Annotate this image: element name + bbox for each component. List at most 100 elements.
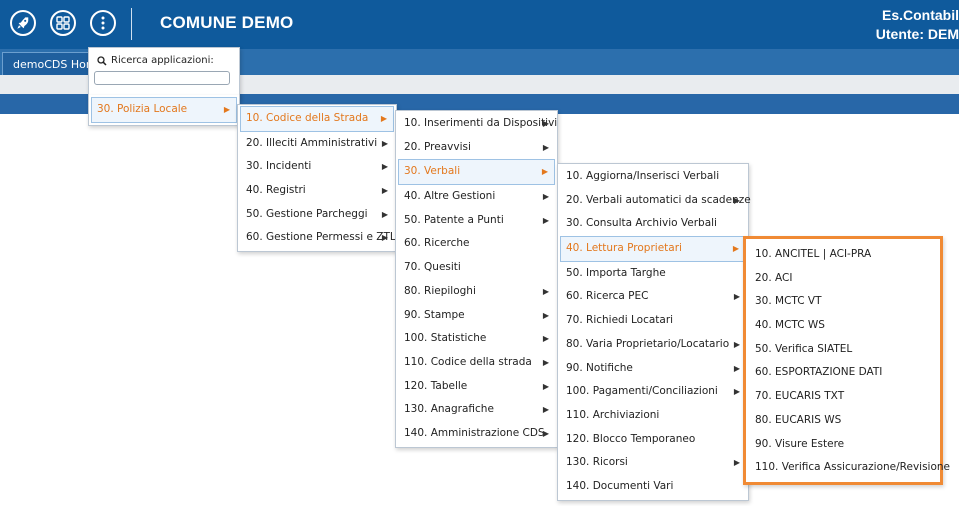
menu-item-label: 90. Stampe (404, 308, 465, 321)
menu-item-label: 120. Blocco Temporaneo (566, 432, 696, 445)
menu2-item[interactable]: 80. Riepiloghi ▶ (396, 280, 557, 304)
menu-item-label: 80. EUCARIS WS (755, 413, 842, 426)
menu-item-label: 140. Amministrazione CDS (404, 426, 545, 439)
menu4-item[interactable]: 40. MCTC WS (746, 314, 940, 338)
menu3-item[interactable]: 130. Ricorsi ▶ (558, 451, 748, 475)
menu-item-label: 130. Anagrafiche (404, 403, 494, 416)
more-vertical-icon (101, 16, 105, 30)
menu4-item[interactable]: 20. ACI (746, 267, 940, 291)
menu-item-label: 10. Inserimenti da Dispositivi (404, 117, 558, 129)
search-label-row: Ricerca applicazioni: (97, 55, 214, 66)
menu-item-label: 60. ESPORTAZIONE DATI (755, 366, 883, 379)
menu-item-label: 110. Verifica Assicurazione/Revisione (755, 461, 951, 474)
menu4-item[interactable]: 10. ANCITEL | ACI-PRA (746, 243, 940, 267)
menu4-item[interactable]: 90. Visure Estere (746, 433, 940, 457)
menu2-item[interactable]: 90. Stampe ▶ (396, 304, 557, 328)
menu3-item[interactable]: 100. Pagamenti/Conciliazioni ▶ (558, 380, 748, 404)
menu-item-label: 100. Pagamenti/Conciliazioni (566, 385, 718, 398)
menu3-item[interactable]: 140. Documenti Vari (558, 475, 748, 499)
apps-button[interactable] (50, 10, 76, 36)
caret-right-icon: ▶ (733, 458, 740, 468)
menu3-item[interactable]: 90. Notifiche ▶ (558, 357, 748, 381)
menu-item-label: 90. Visure Estere (755, 437, 845, 450)
menu1-item-parcheggi[interactable]: 50. Gestione Parcheggi ▶ (238, 203, 396, 227)
menu2-item[interactable]: 110. Codice della strada ▶ (396, 351, 557, 375)
menu-level-4: 10. ANCITEL | ACI-PRA 20. ACI 30. MCTC V… (743, 236, 950, 485)
menu-item-label: 110. Codice della strada (404, 355, 532, 368)
menu2-item[interactable]: 10. Inserimenti da Dispositivi ▶ (396, 112, 557, 136)
menu2-item-verbali[interactable]: 30. Verbali ▶ (398, 159, 555, 186)
menu2-item[interactable]: 40. Altre Gestioni ▶ (396, 185, 557, 209)
menu-item-label: 40. Lettura Proprietari (566, 242, 682, 255)
menu4-item[interactable]: 50. Verifica SIATEL (746, 338, 940, 362)
caret-right-icon: ▶ (542, 428, 549, 438)
menu-item-label: 10. ANCITEL | ACI-PRA (755, 248, 872, 260)
menu2-item[interactable]: 20. Preavvisi ▶ (396, 136, 557, 160)
menu4-item[interactable]: 70. EUCARIS TXT (746, 385, 940, 409)
menu-item-label: 30. Incidenti (246, 160, 312, 173)
menu1-item-illeciti[interactable]: 20. Illeciti Amministrativi ▶ (238, 132, 396, 156)
menu-item-label: 20. ACI (755, 271, 793, 284)
menu1-item-incidenti[interactable]: 30. Incidenti ▶ (238, 155, 396, 179)
menu1-item-codice-strada[interactable]: 10. Codice della Strada ▶ (240, 106, 394, 132)
menu-item-label: 20. Preavvisi (404, 140, 471, 153)
menu3-item[interactable]: 30. Consulta Archivio Verbali (558, 212, 748, 236)
menu-item-label: 50. Verifica SIATEL (755, 342, 853, 355)
header-divider (131, 8, 132, 40)
tab-home[interactable]: demoCDS Hom (2, 52, 98, 75)
menu-item-label: 120. Tabelle (404, 379, 468, 392)
menu-level-0: 30. Polizia Locale ▶ (88, 95, 240, 126)
menu-item-label: 80. Varia Proprietario/Locatario (566, 337, 730, 350)
menu-item-label: 60. Ricerca PEC (566, 290, 649, 303)
menu3-item[interactable]: 20. Verbali automatici da scadenze ▶ (558, 189, 751, 213)
session-info: Es.Contabil Utente: DEM (876, 6, 959, 44)
menu3-item-lettura-proprietari[interactable]: 40. Lettura Proprietari ▶ (560, 236, 746, 262)
menu-item-label: 30. Verbali (404, 165, 461, 178)
menu2-item[interactable]: 120. Tabelle ▶ (396, 375, 557, 399)
menu-item-label: 90. Notifiche (566, 361, 633, 374)
menu-level-1: 10. Codice della Strada ▶ 20. Illeciti Am… (237, 104, 397, 253)
top-bar: COMUNE DEMO Es.Contabil Utente: DEM (0, 0, 959, 49)
menu-item-label: 40. MCTC WS (755, 319, 825, 332)
menu2-item[interactable]: 130. Anagrafiche ▶ (396, 398, 557, 422)
caret-right-icon: ▶ (542, 334, 549, 344)
menu2-item[interactable]: 50. Patente a Punti ▶ (396, 209, 557, 233)
menu3-item[interactable]: 120. Blocco Temporaneo (558, 428, 748, 452)
grid-icon (56, 16, 70, 30)
caret-right-icon: ▶ (542, 405, 549, 415)
menu-item-label: 40. Registri (246, 184, 306, 197)
menu3-item[interactable]: 110. Archiviazioni (558, 404, 748, 428)
menu4-item[interactable]: 30. MCTC VT (746, 290, 940, 314)
caret-right-icon: ▶ (542, 192, 549, 202)
menu3-item[interactable]: 50. Importa Targhe (558, 262, 748, 286)
rocket-button[interactable] (10, 10, 36, 36)
menu3-item[interactable]: 70. Richiedi Locatari (558, 309, 748, 333)
menu4-item[interactable]: 80. EUCARIS WS (746, 409, 940, 433)
menu1-item-permessi-ztl[interactable]: 60. Gestione Permessi e ZTL ▶ (238, 226, 396, 250)
menu2-item[interactable]: 60. Ricerche (396, 232, 557, 256)
menu-item-label: 110. Archiviazioni (566, 408, 660, 421)
menu3-item[interactable]: 60. Ricerca PEC ▶ (558, 285, 748, 309)
more-button[interactable] (90, 10, 116, 36)
caret-right-icon: ▶ (381, 138, 388, 148)
caret-right-icon: ▶ (733, 387, 740, 397)
menu-item-label: 50. Importa Targhe (566, 266, 666, 279)
menu2-item[interactable]: 100. Statistiche ▶ (396, 327, 557, 351)
menu-level-3: 10. Aggiorna/Inserisci Verbali 20. Verba… (557, 163, 751, 501)
menu3-item[interactable]: 80. Varia Proprietario/Locatario ▶ (558, 333, 748, 357)
search-input[interactable] (94, 71, 230, 85)
menu-item-label: 70. Richiedi Locatari (566, 314, 674, 327)
menu2-item[interactable]: 140. Amministrazione CDS ▶ (396, 422, 557, 446)
menu-item-label: 80. Riepiloghi (404, 284, 476, 297)
menu3-item[interactable]: 10. Aggiorna/Inserisci Verbali (558, 165, 748, 189)
menu4-item[interactable]: 60. ESPORTAZIONE DATI (746, 361, 940, 385)
caret-right-icon: ▶ (733, 363, 740, 373)
menu0-item-polizia-locale[interactable]: 30. Polizia Locale ▶ (91, 97, 237, 123)
menu4-item[interactable]: 110. Verifica Assicurazione/Revisione (746, 456, 950, 480)
menu1-item-registri[interactable]: 40. Registri ▶ (238, 179, 396, 203)
caret-right-icon: ▶ (542, 142, 549, 152)
caret-right-icon: ▶ (381, 162, 388, 172)
caret-right-icon: ▶ (381, 233, 388, 243)
caret-right-icon: ▶ (733, 292, 740, 302)
menu2-item[interactable]: 70. Quesiti (396, 256, 557, 280)
